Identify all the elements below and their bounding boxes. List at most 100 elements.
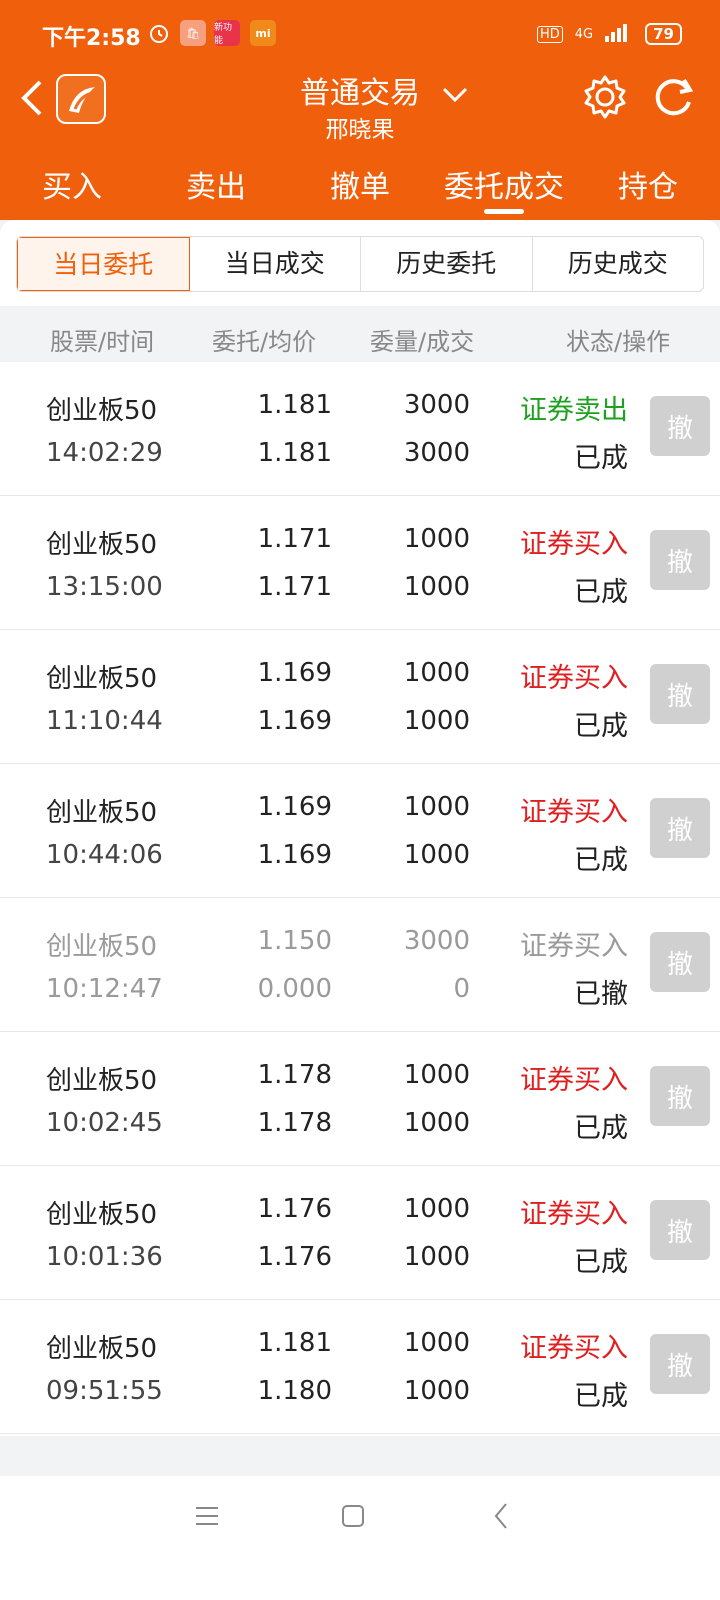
- order-price: 1.150: [257, 926, 332, 956]
- order-status: 已撤: [574, 979, 628, 1010]
- signal-icon: [605, 22, 633, 46]
- stock-name: 创业板50: [46, 932, 158, 962]
- battery-indicator: 79: [645, 23, 682, 45]
- order-qty: 1000: [403, 1060, 470, 1090]
- order-status: 已成: [574, 845, 628, 876]
- avg-price: 1.181: [257, 438, 332, 468]
- segment-control: 当日委托 当日成交 历史委托 历史成交: [16, 236, 704, 292]
- refresh-icon[interactable]: [648, 72, 698, 122]
- cancel-order-button[interactable]: 撤: [650, 798, 710, 858]
- table-row[interactable]: 创业板50 11:10:44 1.169 1.169 1000 1000 证券买入 已成撤: [0, 630, 720, 764]
- chevron-down-icon[interactable]: [440, 82, 470, 112]
- order-time: 13:15:00: [46, 572, 163, 602]
- order-type: 证券买入: [520, 797, 628, 828]
- order-time: 10:01:36: [46, 1242, 163, 1272]
- order-type: 证券买入: [520, 1333, 628, 1364]
- content-panel: 当日委托 当日成交 历史委托 历史成交 股票/时间 委托/均价 委量/成交 状态…: [0, 220, 720, 1500]
- stock-name: 创业板50: [46, 530, 158, 560]
- tab-positions[interactable]: 持仓: [576, 148, 720, 220]
- hd-icon: HD: [536, 25, 563, 43]
- table-row[interactable]: 创业板50 14:02:29 1.181 1.181 3000 3000 证券卖出 已成撤: [0, 362, 720, 496]
- cancel-order-button[interactable]: 撤: [650, 1334, 710, 1394]
- home-icon[interactable]: [340, 1502, 366, 1537]
- table-row[interactable]: 创业板50 10:12:47 1.150 0.000 3000 0 证券买入 已撤撤: [0, 898, 720, 1032]
- avg-price: 0.000: [257, 974, 332, 1004]
- cancel-order-button[interactable]: 撤: [650, 530, 710, 590]
- segment-today-trades[interactable]: 当日成交: [190, 237, 361, 291]
- avg-price: 1.176: [257, 1242, 332, 1272]
- tab-buy[interactable]: 买入: [0, 148, 144, 220]
- cancel-order-button[interactable]: 撤: [650, 932, 710, 992]
- order-price: 1.181: [257, 1328, 332, 1358]
- order-price: 1.169: [257, 658, 332, 688]
- stock-name: 创业板50: [46, 1334, 158, 1364]
- segment-today-orders[interactable]: 当日委托: [17, 237, 190, 291]
- col-price: 委托/均价: [212, 328, 317, 356]
- avg-price: 1.169: [257, 840, 332, 870]
- cancel-order-button[interactable]: 撤: [650, 664, 710, 724]
- status-bar: 下午2:58 🛍 新功能 mi HD 4G 79: [0, 0, 720, 68]
- order-qty: 1000: [403, 658, 470, 688]
- filled-qty: 1000: [403, 1376, 470, 1406]
- order-status: 已成: [574, 1381, 628, 1412]
- shop-icon: 🛍: [180, 20, 206, 46]
- order-qty: 3000: [403, 926, 470, 956]
- order-type: 证券买入: [520, 931, 628, 962]
- cancel-order-button[interactable]: 撤: [650, 396, 710, 456]
- order-status: 已成: [574, 443, 628, 474]
- order-qty: 1000: [403, 792, 470, 822]
- table-row[interactable]: 创业板50 09:51:55 1.181 1.180 1000 1000 证券买入 已成撤: [0, 1300, 720, 1434]
- order-time: 10:02:45: [46, 1108, 163, 1138]
- list-bottom-spacer: [0, 1436, 720, 1476]
- segment-history-trades[interactable]: 历史成交: [533, 237, 704, 291]
- order-status: 已成: [574, 577, 628, 608]
- table-row[interactable]: 创业板50 10:01:36 1.176 1.176 1000 1000 证券买入 已成撤: [0, 1166, 720, 1300]
- order-status: 已成: [574, 1247, 628, 1278]
- order-type: 证券买入: [520, 529, 628, 560]
- filled-qty: 3000: [403, 438, 470, 468]
- order-price: 1.176: [257, 1194, 332, 1224]
- table-row[interactable]: 创业板50 13:15:00 1.171 1.171 1000 1000 证券买入 已成撤: [0, 496, 720, 630]
- back-nav-icon[interactable]: [492, 1502, 512, 1538]
- order-qty: 1000: [403, 1194, 470, 1224]
- order-price: 1.171: [257, 524, 332, 554]
- stock-name: 创业板50: [46, 664, 158, 694]
- main-tabs: 买入 卖出 撤单 委托成交 持仓: [0, 148, 720, 220]
- order-price: 1.181: [257, 390, 332, 420]
- table-row[interactable]: 创业板50 10:44:06 1.169 1.169 1000 1000 证券买入 已成撤: [0, 764, 720, 898]
- filled-qty: 0: [453, 974, 470, 1004]
- col-stock-time: 股票/时间: [50, 328, 155, 356]
- app-notification-icon: 新功能: [214, 20, 240, 46]
- avg-price: 1.169: [257, 706, 332, 736]
- stock-name: 创业板50: [46, 396, 158, 426]
- stock-name: 创业板50: [46, 1200, 158, 1230]
- stock-name: 创业板50: [46, 1066, 158, 1096]
- tab-cancel-order[interactable]: 撤单: [288, 148, 432, 220]
- filled-qty: 1000: [403, 840, 470, 870]
- menu-icon[interactable]: [194, 1502, 220, 1537]
- tab-orders-trades[interactable]: 委托成交: [432, 148, 576, 220]
- gear-icon[interactable]: [580, 72, 630, 122]
- order-time: 09:51:55: [46, 1376, 163, 1406]
- avg-price: 1.178: [257, 1108, 332, 1138]
- order-type: 证券买入: [520, 663, 628, 694]
- cancel-order-button[interactable]: 撤: [650, 1200, 710, 1260]
- tab-sell[interactable]: 卖出: [144, 148, 288, 220]
- col-status: 状态/操作: [566, 328, 671, 356]
- order-price: 1.169: [257, 792, 332, 822]
- filled-qty: 1000: [403, 572, 470, 602]
- segment-history-orders[interactable]: 历史委托: [361, 237, 533, 291]
- order-qty: 3000: [403, 390, 470, 420]
- order-type: 证券买入: [520, 1199, 628, 1230]
- app-header: 普通交易 邢晓果: [0, 68, 720, 148]
- order-qty: 1000: [403, 524, 470, 554]
- avg-price: 1.180: [257, 1376, 332, 1406]
- system-nav-bar: [0, 1476, 720, 1600]
- order-type: 证券卖出: [520, 395, 628, 426]
- order-time: 11:10:44: [46, 706, 163, 736]
- cancel-order-button[interactable]: 撤: [650, 1066, 710, 1126]
- order-status: 已成: [574, 1113, 628, 1144]
- table-row[interactable]: 创业板50 10:02:45 1.178 1.178 1000 1000 证券买入 已成撤: [0, 1032, 720, 1166]
- order-status: 已成: [574, 711, 628, 742]
- mi-icon: mi: [250, 20, 276, 46]
